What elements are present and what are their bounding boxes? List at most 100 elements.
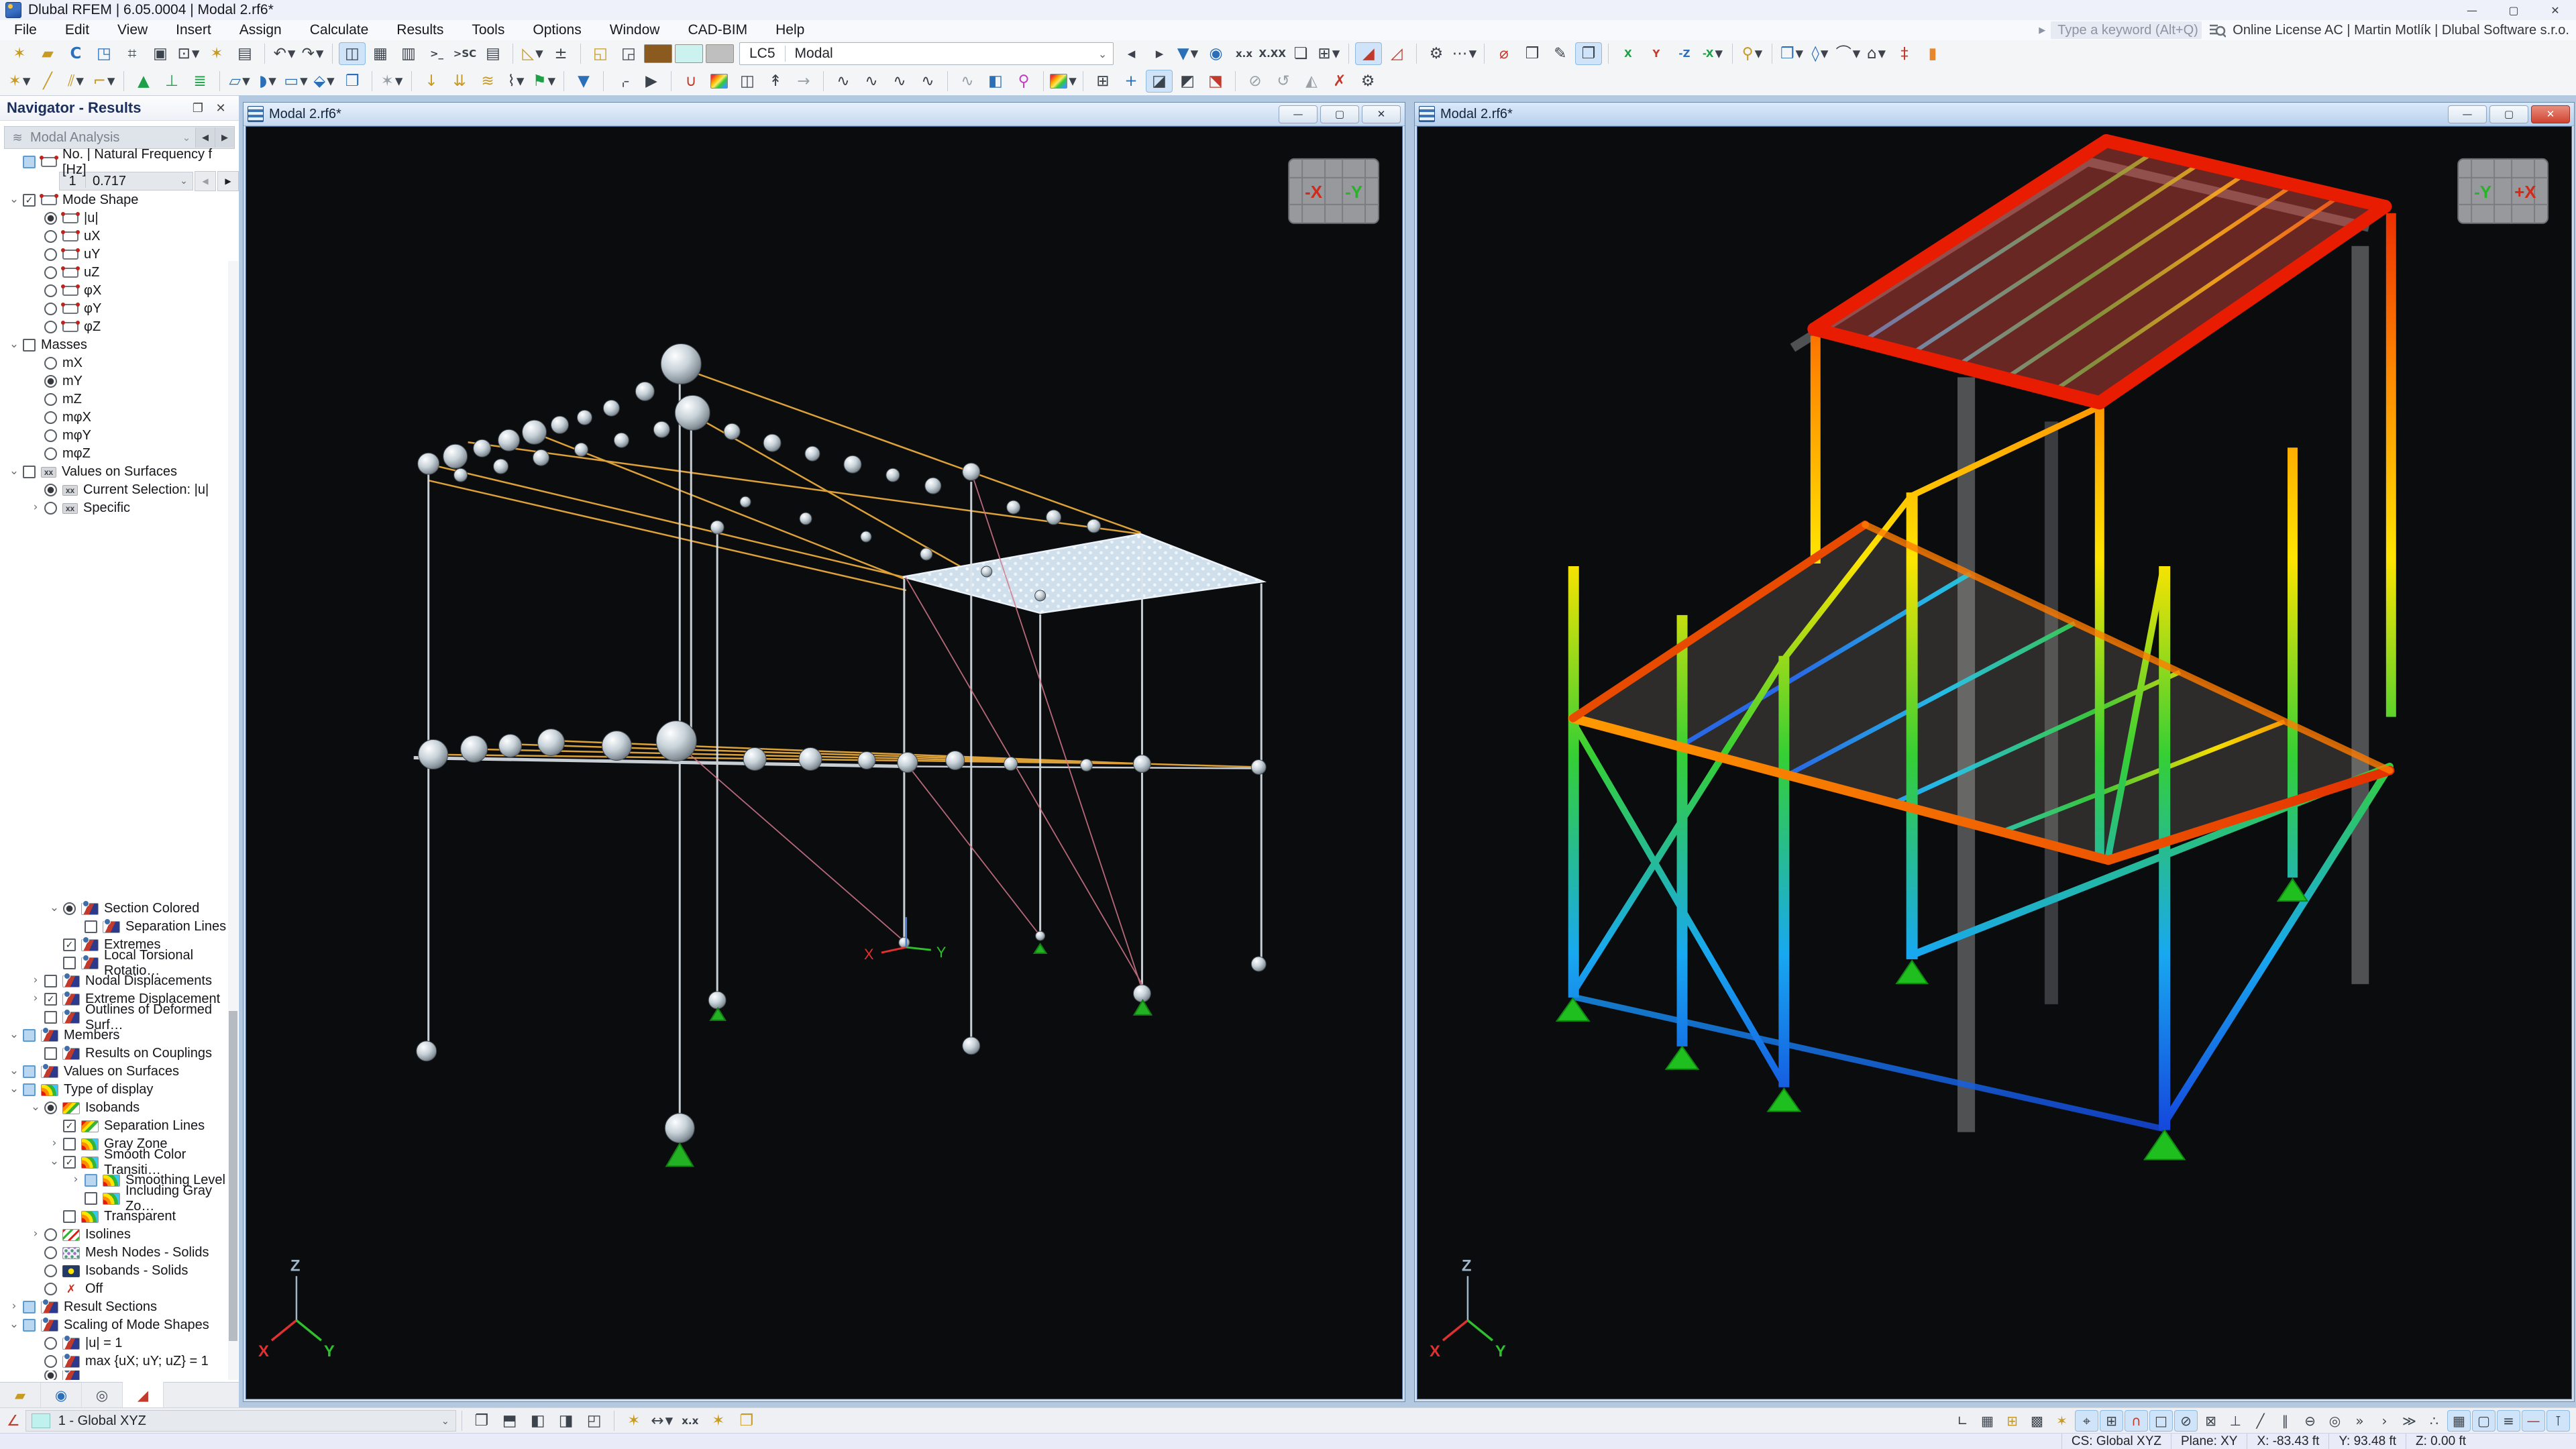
new-rect-opening[interactable]: ▭ ▾	[282, 70, 309, 93]
new-gray-object[interactable]: ✶ ▾	[378, 70, 405, 93]
tree-item-partial[interactable]	[0, 1371, 239, 1380]
new-printout-report[interactable]: ✶	[203, 42, 230, 65]
undo[interactable]: ↶ ▾	[271, 42, 298, 65]
dropdown-arrow-icon[interactable]: ▾	[288, 46, 296, 62]
result-tables[interactable]: ▥	[395, 42, 422, 65]
show-results[interactable]: ◉	[1203, 42, 1230, 65]
walk-through-mode[interactable]: ↟	[762, 70, 789, 93]
chevron-right-icon[interactable]: ›	[28, 1227, 43, 1240]
table-panel[interactable]: ◫	[339, 42, 366, 65]
guideline[interactable]: —	[2522, 1410, 2545, 1432]
tree-item-isobands-solids[interactable]: Isobands - Solids	[0, 1262, 239, 1280]
new-block[interactable]: ❐	[339, 70, 366, 93]
section-plane-yz[interactable]: ◩	[1174, 70, 1201, 93]
catenary-shape[interactable]: ∪	[678, 70, 704, 93]
new-line[interactable]: ╱	[34, 70, 61, 93]
checkbox-off[interactable]	[23, 339, 36, 352]
radio-off[interactable]	[44, 1337, 57, 1350]
member-with-nodes[interactable]: ‡	[1891, 42, 1918, 65]
tree-item-u-1[interactable]: |u| = 1	[0, 1334, 239, 1352]
search-input[interactable]: Type a keyword (Alt+Q)	[2051, 21, 2202, 39]
tab-views[interactable]: ◎	[82, 1383, 123, 1408]
view-front[interactable]: ◧	[525, 1409, 551, 1432]
snap-extension[interactable]: »	[2348, 1410, 2371, 1432]
new-node[interactable]: ✶ ▾	[6, 70, 33, 93]
new-member[interactable]: ⫽ ▾	[62, 70, 89, 93]
select-annotation[interactable]: ±	[547, 42, 574, 65]
duplicate-view[interactable]: ❐	[1574, 42, 1602, 65]
menu-assign[interactable]: Assign	[225, 20, 296, 40]
checkbox-on[interactable]: ✓	[63, 1156, 76, 1169]
detach-objects[interactable]: ⊘	[1242, 70, 1269, 93]
viewport-right-titlebar[interactable]: Modal 2.rf6* — ▢ ✕	[1415, 103, 2574, 126]
radio-on[interactable]	[44, 1102, 57, 1114]
tree-item-max-ux-uy-uz-1[interactable]: max {uX; uY; uZ} = 1	[0, 1352, 239, 1371]
navigator-float-button[interactable]: ❐	[186, 101, 209, 115]
snap-from[interactable]: ›	[2373, 1410, 2396, 1432]
dropdown-arrow-icon[interactable]: ▾	[1755, 46, 1763, 62]
view-x[interactable]: X	[1615, 42, 1642, 65]
intersection[interactable]: ✗	[1326, 70, 1353, 93]
snap-divisions[interactable]: ∴	[2422, 1410, 2446, 1432]
viewport-right-close-button[interactable]: ✕	[2531, 105, 2570, 123]
combo-chevron-icon[interactable]: ⌄	[1093, 48, 1113, 60]
checkbox-off[interactable]	[85, 1192, 97, 1205]
swatch-brown[interactable]	[644, 44, 672, 63]
navigation-cube[interactable]: -Y +X	[2457, 158, 2549, 224]
snap-quadrant[interactable]: ◎	[2323, 1410, 2347, 1432]
radio-off[interactable]	[44, 502, 57, 515]
section-plane-xz[interactable]: ⬔	[1202, 70, 1229, 93]
snap-intersection[interactable]: ⊠	[2199, 1410, 2222, 1432]
grid-points-visibility[interactable]: ▦	[1976, 1410, 1999, 1432]
analysis-chevron-icon[interactable]: ⌄	[178, 131, 195, 144]
view-solid-model[interactable]: ❒	[1519, 42, 1546, 65]
tree-item-isobands[interactable]: ⌄ Isobands	[0, 1099, 239, 1117]
tree-item-local-torsional-rotatio[interactable]: Local Torsional Rotatio…	[0, 948, 239, 978]
window-close-button[interactable]: ✕	[2534, 0, 2576, 20]
radio-off[interactable]	[44, 248, 57, 261]
viewport-window-right[interactable]: Modal 2.rf6* — ▢ ✕ Z X Y -Y +X	[1414, 102, 2575, 1402]
radio-off[interactable]	[44, 411, 57, 424]
navigator-close-button[interactable]: ✕	[209, 101, 232, 115]
radio-off[interactable]	[44, 1283, 57, 1295]
result-beam-all[interactable]: ∿	[914, 70, 941, 93]
chevron-down-icon[interactable]: ⌄	[7, 337, 21, 351]
magnet-snap[interactable]: ∩	[2125, 1410, 2148, 1432]
navigation-cube[interactable]: -X -Y	[1288, 158, 1380, 224]
snap-center[interactable]: ⊘	[2174, 1410, 2198, 1432]
new-polyline[interactable]: ⌐ ▾	[91, 70, 117, 93]
dropdown-arrow-icon[interactable]: ▾	[107, 73, 115, 89]
color-scale-edit[interactable]: ▾	[1050, 70, 1077, 93]
tree-item-result-sections[interactable]: › Result Sections	[0, 1298, 239, 1316]
tree-item-m-z[interactable]: mφZ	[0, 445, 239, 463]
table-view[interactable]: ▤	[480, 42, 506, 65]
tree-item-mz[interactable]: mZ	[0, 390, 239, 409]
snap-nearest[interactable]: ╱	[2249, 1410, 2272, 1432]
tree-item-section-colored[interactable]: ⌄ Section Colored	[0, 900, 239, 918]
checkbox-on[interactable]	[23, 1083, 36, 1096]
tree-item-ux[interactable]: uX	[0, 227, 239, 246]
tree-item-uz[interactable]: uZ	[0, 264, 239, 282]
dropdown-arrow-icon[interactable]: ▾	[517, 73, 525, 89]
radio-off[interactable]	[44, 1246, 57, 1259]
result-panel[interactable]: ⋯ ▾	[1451, 42, 1478, 65]
navigator-scrollbar[interactable]	[228, 261, 238, 1380]
tree-item-mesh-nodes-solids[interactable]: Mesh Nodes - Solids	[0, 1244, 239, 1262]
checkbox-on[interactable]: ✓	[44, 993, 57, 1006]
new-guide-object[interactable]: ✶	[621, 1409, 647, 1432]
checkbox-off[interactable]	[44, 975, 57, 987]
checkbox-off[interactable]	[44, 1047, 57, 1060]
chevron-down-icon[interactable]: ⌄	[28, 1100, 43, 1114]
new-nodal-support[interactable]: ▲	[130, 70, 157, 93]
prev-load-case[interactable]: ◀	[1118, 42, 1145, 65]
measure[interactable]: ↔ ▾	[649, 1409, 676, 1432]
rotate-copy[interactable]: ↺	[1270, 70, 1297, 93]
save[interactable]: ▣	[147, 42, 174, 65]
spreadsheet[interactable]: ▦	[367, 42, 394, 65]
edit-view[interactable]: ✎	[1547, 42, 1574, 65]
object-snap-new[interactable]: ✶	[2050, 1410, 2074, 1432]
checkbox-off[interactable]	[85, 920, 97, 933]
dropdown-arrow-icon[interactable]: ▾	[665, 1413, 674, 1429]
dropdown-arrow-icon[interactable]: ▾	[76, 73, 84, 89]
tree-item-transparent[interactable]: Transparent	[0, 1208, 239, 1226]
